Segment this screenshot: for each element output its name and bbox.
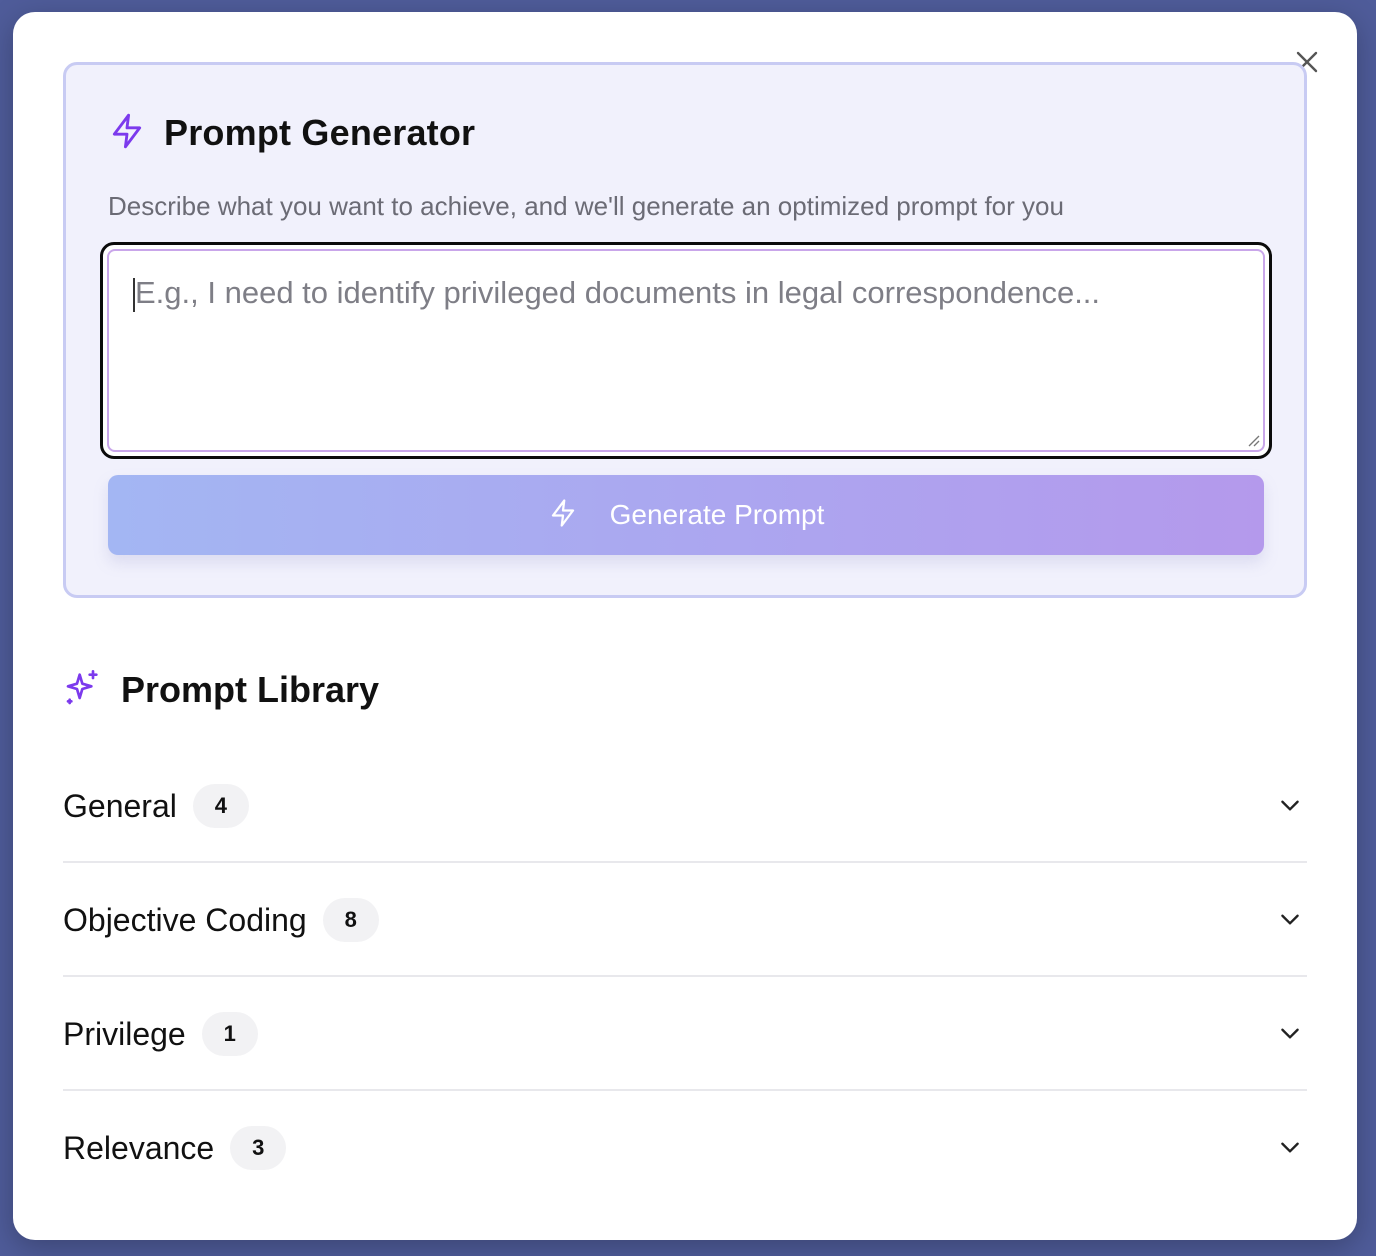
chevron-down-icon[interactable] — [1277, 906, 1303, 932]
prompt-input-focus-ring: E.g., I need to identify privileged docu… — [100, 242, 1272, 459]
category-label: Objective Coding — [63, 901, 307, 938]
count-badge: 8 — [322, 898, 379, 942]
accordion-objective-coding[interactable]: Objective Coding 8 — [63, 863, 1307, 977]
generator-header: Prompt Generator — [108, 111, 475, 155]
accordion-general[interactable]: General 4 — [63, 749, 1307, 863]
library-header: Prompt Library — [63, 668, 379, 712]
accordion-privilege[interactable]: Privilege 1 — [63, 977, 1307, 1091]
accordion-relevance[interactable]: Relevance 3 — [63, 1091, 1307, 1205]
chevron-down-icon[interactable] — [1277, 792, 1303, 818]
lightning-icon — [108, 111, 146, 156]
prompt-generator-card: Prompt Generator Describe what you want … — [63, 62, 1307, 598]
prompt-modal: Prompt Generator Describe what you want … — [13, 12, 1357, 1240]
chevron-down-icon[interactable] — [1277, 1020, 1303, 1046]
text-caret — [133, 278, 135, 312]
generator-description: Describe what you want to achieve, and w… — [108, 191, 1064, 221]
generator-title: Prompt Generator — [164, 112, 476, 153]
lightning-icon — [548, 497, 578, 534]
resize-handle-icon[interactable] — [1245, 432, 1261, 448]
prompt-input-placeholder: E.g., I need to identify privileged docu… — [135, 275, 1101, 310]
category-label: General — [63, 787, 177, 824]
category-label: Relevance — [63, 1129, 215, 1166]
generate-prompt-label: Generate Prompt — [609, 499, 825, 530]
chevron-down-icon[interactable] — [1277, 1134, 1303, 1160]
library-title: Prompt Library — [121, 669, 380, 710]
count-badge: 4 — [192, 784, 249, 828]
count-badge: 1 — [201, 1012, 258, 1056]
generate-prompt-button[interactable]: Generate Prompt — [108, 475, 1264, 555]
prompt-input[interactable]: E.g., I need to identify privileged docu… — [107, 249, 1265, 452]
category-label: Privilege — [63, 1015, 186, 1052]
sparkles-icon — [63, 668, 103, 713]
count-badge: 3 — [230, 1126, 287, 1170]
